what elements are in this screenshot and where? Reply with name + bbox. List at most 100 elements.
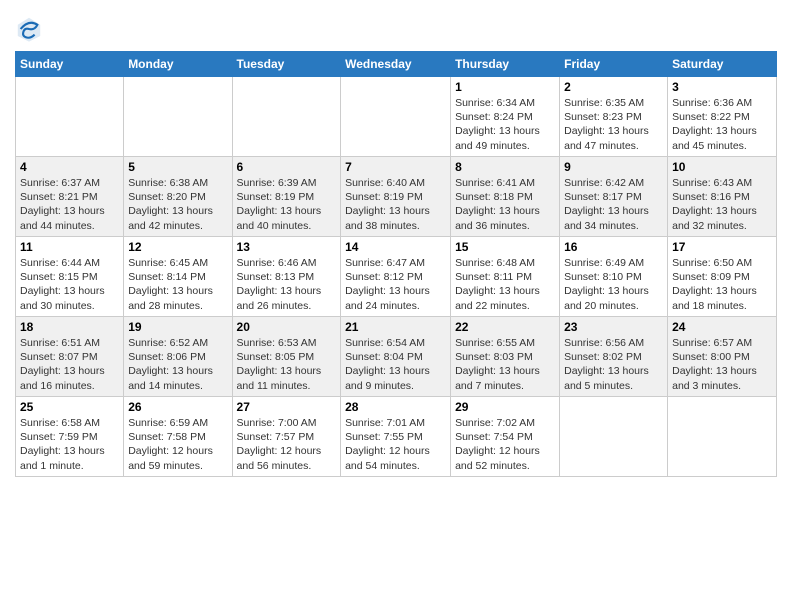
day-number: 29 [455, 400, 555, 414]
day-number: 20 [237, 320, 337, 334]
calendar-cell: 12 Sunrise: 6:45 AMSunset: 8:14 PMDayligh… [124, 237, 232, 317]
day-info: Sunrise: 6:44 AMSunset: 8:15 PMDaylight:… [20, 256, 119, 313]
calendar-cell: 14Sunrise: 6:47 AMSunset: 8:12 PMDayligh… [341, 237, 451, 317]
calendar-cell: 5 Sunrise: 6:38 AMSunset: 8:20 PMDaylight… [124, 157, 232, 237]
col-header-tuesday: Tuesday [232, 52, 341, 77]
col-header-wednesday: Wednesday [341, 52, 451, 77]
day-number: 10 [672, 160, 772, 174]
day-info: Sunrise: 6:45 AMSunset: 8:14 PMDaylight:… [128, 256, 227, 313]
day-info: Sunrise: 7:01 AMSunset: 7:55 PMDaylight:… [345, 416, 446, 473]
calendar-cell: 18 Sunrise: 6:51 AMSunset: 8:07 PMDayligh… [16, 317, 124, 397]
calendar-cell [560, 397, 668, 477]
calendar-cell: 3 Sunrise: 6:36 AMSunset: 8:22 PMDaylight… [668, 77, 777, 157]
calendar-week-row: 18 Sunrise: 6:51 AMSunset: 8:07 PMDayligh… [16, 317, 777, 397]
day-number: 16 [564, 240, 663, 254]
calendar-cell: 2Sunrise: 6:35 AMSunset: 8:23 PMDaylight… [560, 77, 668, 157]
day-info: Sunrise: 6:58 AMSunset: 7:59 PMDaylight:… [20, 416, 119, 473]
day-number: 1 [455, 80, 555, 94]
calendar-cell [232, 77, 341, 157]
day-info: Sunrise: 6:36 AMSunset: 8:22 PMDaylight:… [672, 96, 772, 153]
col-header-monday: Monday [124, 52, 232, 77]
day-info: Sunrise: 6:52 AMSunset: 8:06 PMDaylight:… [128, 336, 227, 393]
calendar-table: SundayMondayTuesdayWednesdayThursdayFrid… [15, 51, 777, 477]
calendar-cell: 11 Sunrise: 6:44 AMSunset: 8:15 PMDayligh… [16, 237, 124, 317]
calendar-cell: 22 Sunrise: 6:55 AMSunset: 8:03 PMDayligh… [451, 317, 560, 397]
day-number: 13 [237, 240, 337, 254]
day-number: 3 [672, 80, 772, 94]
calendar-cell: 8Sunrise: 6:41 AMSunset: 8:18 PMDaylight… [451, 157, 560, 237]
day-number: 27 [237, 400, 337, 414]
day-number: 19 [128, 320, 227, 334]
day-number: 26 [128, 400, 227, 414]
calendar-cell: 29 Sunrise: 7:02 AMSunset: 7:54 PMDayligh… [451, 397, 560, 477]
day-info: Sunrise: 6:55 AMSunset: 8:03 PMDaylight:… [455, 336, 555, 393]
calendar-cell: 17 Sunrise: 6:50 AMSunset: 8:09 PMDayligh… [668, 237, 777, 317]
calendar-cell: 10 Sunrise: 6:43 AMSunset: 8:16 PMDayligh… [668, 157, 777, 237]
day-number: 9 [564, 160, 663, 174]
day-number: 22 [455, 320, 555, 334]
col-header-saturday: Saturday [668, 52, 777, 77]
day-info: Sunrise: 6:57 AMSunset: 8:00 PMDaylight:… [672, 336, 772, 393]
day-info: Sunrise: 6:42 AMSunset: 8:17 PMDaylight:… [564, 176, 663, 233]
day-info: Sunrise: 6:34 AMSunset: 8:24 PMDaylight:… [455, 96, 555, 153]
day-number: 17 [672, 240, 772, 254]
day-info: Sunrise: 6:53 AMSunset: 8:05 PMDaylight:… [237, 336, 337, 393]
page-header [15, 10, 777, 43]
calendar-cell: 16 Sunrise: 6:49 AMSunset: 8:10 PMDayligh… [560, 237, 668, 317]
day-number: 24 [672, 320, 772, 334]
calendar-cell: 7 Sunrise: 6:40 AMSunset: 8:19 PMDaylight… [341, 157, 451, 237]
calendar-week-row: 4 Sunrise: 6:37 AMSunset: 8:21 PMDaylight… [16, 157, 777, 237]
calendar-week-row: 1 Sunrise: 6:34 AMSunset: 8:24 PMDaylight… [16, 77, 777, 157]
col-header-thursday: Thursday [451, 52, 560, 77]
day-number: 23 [564, 320, 663, 334]
calendar-cell: 25 Sunrise: 6:58 AMSunset: 7:59 PMDayligh… [16, 397, 124, 477]
day-info: Sunrise: 6:54 AMSunset: 8:04 PMDaylight:… [345, 336, 446, 393]
day-number: 15 [455, 240, 555, 254]
calendar-cell: 26 Sunrise: 6:59 AMSunset: 7:58 PMDayligh… [124, 397, 232, 477]
day-info: Sunrise: 6:48 AMSunset: 8:11 PMDaylight:… [455, 256, 555, 313]
calendar-cell [341, 77, 451, 157]
day-info: Sunrise: 6:40 AMSunset: 8:19 PMDaylight:… [345, 176, 446, 233]
day-info: Sunrise: 6:49 AMSunset: 8:10 PMDaylight:… [564, 256, 663, 313]
day-number: 21 [345, 320, 446, 334]
calendar-cell: 19 Sunrise: 6:52 AMSunset: 8:06 PMDayligh… [124, 317, 232, 397]
calendar-cell: 21 Sunrise: 6:54 AMSunset: 8:04 PMDayligh… [341, 317, 451, 397]
calendar-cell: 15 Sunrise: 6:48 AMSunset: 8:11 PMDayligh… [451, 237, 560, 317]
calendar-cell [668, 397, 777, 477]
day-info: Sunrise: 6:47 AMSunset: 8:12 PMDaylight:… [345, 256, 446, 313]
calendar-cell: 4 Sunrise: 6:37 AMSunset: 8:21 PMDaylight… [16, 157, 124, 237]
day-number: 11 [20, 240, 119, 254]
calendar-cell [16, 77, 124, 157]
day-info: Sunrise: 6:43 AMSunset: 8:16 PMDaylight:… [672, 176, 772, 233]
day-info: Sunrise: 6:59 AMSunset: 7:58 PMDaylight:… [128, 416, 227, 473]
day-info: Sunrise: 6:56 AMSunset: 8:02 PMDaylight:… [564, 336, 663, 393]
day-info: Sunrise: 6:37 AMSunset: 8:21 PMDaylight:… [20, 176, 119, 233]
calendar-cell: 9 Sunrise: 6:42 AMSunset: 8:17 PMDaylight… [560, 157, 668, 237]
col-header-friday: Friday [560, 52, 668, 77]
logo-icon [15, 15, 43, 43]
day-info: Sunrise: 6:39 AMSunset: 8:19 PMDaylight:… [237, 176, 337, 233]
calendar-cell: 27 Sunrise: 7:00 AMSunset: 7:57 PMDayligh… [232, 397, 341, 477]
day-number: 12 [128, 240, 227, 254]
day-number: 8 [455, 160, 555, 174]
day-info: Sunrise: 7:00 AMSunset: 7:57 PMDaylight:… [237, 416, 337, 473]
calendar-cell: 28Sunrise: 7:01 AMSunset: 7:55 PMDayligh… [341, 397, 451, 477]
day-number: 5 [128, 160, 227, 174]
day-number: 18 [20, 320, 119, 334]
day-number: 4 [20, 160, 119, 174]
calendar-cell: 1 Sunrise: 6:34 AMSunset: 8:24 PMDaylight… [451, 77, 560, 157]
day-info: Sunrise: 6:50 AMSunset: 8:09 PMDaylight:… [672, 256, 772, 313]
day-info: Sunrise: 6:46 AMSunset: 8:13 PMDaylight:… [237, 256, 337, 313]
day-number: 7 [345, 160, 446, 174]
calendar-cell [124, 77, 232, 157]
logo [15, 15, 47, 43]
day-info: Sunrise: 6:51 AMSunset: 8:07 PMDaylight:… [20, 336, 119, 393]
calendar-cell: 13 Sunrise: 6:46 AMSunset: 8:13 PMDayligh… [232, 237, 341, 317]
calendar-cell: 24 Sunrise: 6:57 AMSunset: 8:00 PMDayligh… [668, 317, 777, 397]
day-info: Sunrise: 6:38 AMSunset: 8:20 PMDaylight:… [128, 176, 227, 233]
calendar-cell: 23 Sunrise: 6:56 AMSunset: 8:02 PMDayligh… [560, 317, 668, 397]
calendar-cell: 20 Sunrise: 6:53 AMSunset: 8:05 PMDayligh… [232, 317, 341, 397]
day-number: 25 [20, 400, 119, 414]
calendar-cell: 6Sunrise: 6:39 AMSunset: 8:19 PMDaylight… [232, 157, 341, 237]
day-info: Sunrise: 7:02 AMSunset: 7:54 PMDaylight:… [455, 416, 555, 473]
